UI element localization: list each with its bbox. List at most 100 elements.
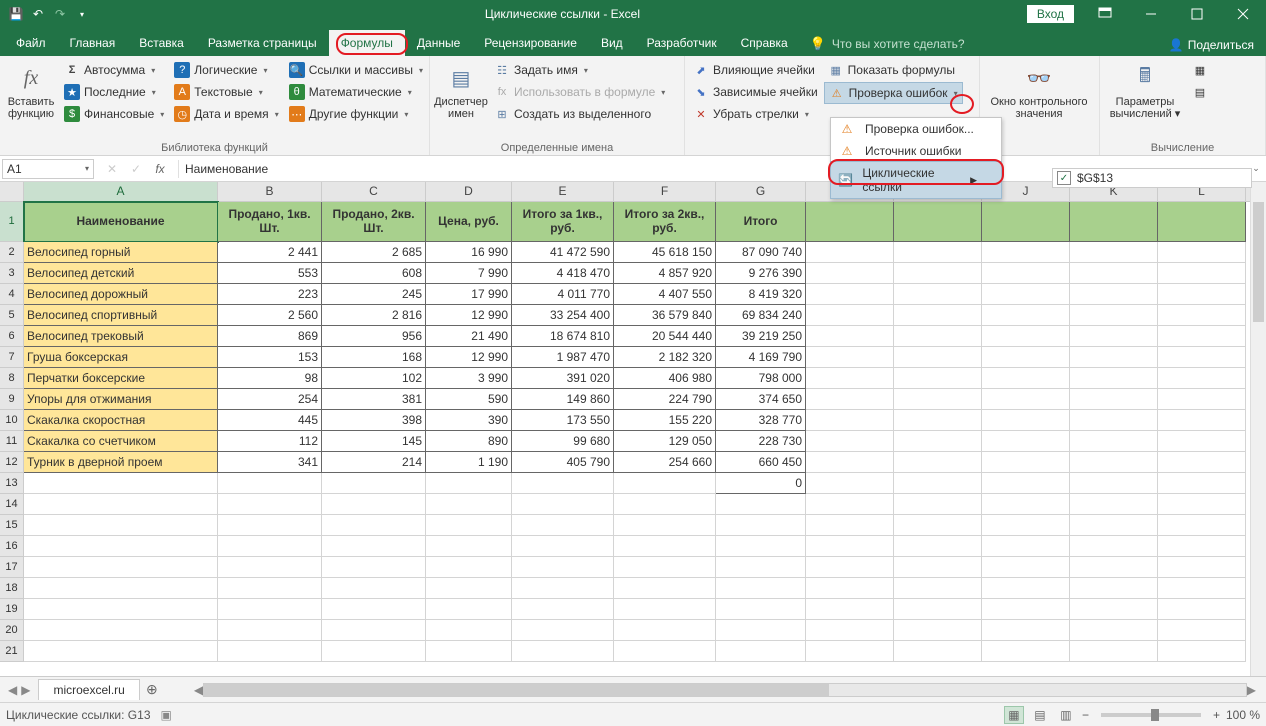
row-header[interactable]: 11 — [0, 431, 24, 452]
cell[interactable]: Скакалка со счетчиком — [24, 431, 218, 452]
cell[interactable]: Велосипед спортивный — [24, 305, 218, 326]
cell[interactable] — [894, 431, 982, 452]
cell[interactable]: 3 990 — [426, 368, 512, 389]
cell[interactable]: 4 857 920 — [614, 263, 716, 284]
cell[interactable] — [894, 263, 982, 284]
cell[interactable]: 798 000 — [716, 368, 806, 389]
minimize-icon[interactable] — [1128, 0, 1174, 28]
cell[interactable] — [614, 578, 716, 599]
cell[interactable] — [982, 347, 1070, 368]
error-checking-button[interactable]: ⚠Проверка ошибок▾ — [824, 82, 963, 104]
cell[interactable]: 149 860 — [512, 389, 614, 410]
cell[interactable]: 1 987 470 — [512, 347, 614, 368]
cell[interactable] — [322, 494, 426, 515]
cell[interactable] — [982, 557, 1070, 578]
cell[interactable]: Цена, руб. — [426, 202, 512, 242]
cell[interactable] — [512, 473, 614, 494]
cell[interactable] — [894, 368, 982, 389]
cell[interactable] — [426, 578, 512, 599]
cell[interactable]: 9 276 390 — [716, 263, 806, 284]
cell[interactable]: 2 816 — [322, 305, 426, 326]
menu-circular-refs[interactable]: 🔄Циклические ссылки▶ — [830, 161, 1002, 199]
cell[interactable]: 2 560 — [218, 305, 322, 326]
cell[interactable]: 7 990 — [426, 263, 512, 284]
row-header[interactable]: 19 — [0, 599, 24, 620]
cell[interactable]: 590 — [426, 389, 512, 410]
name-box[interactable]: A1▾ — [2, 159, 94, 179]
cell[interactable] — [1070, 305, 1158, 326]
cell[interactable]: 2 182 320 — [614, 347, 716, 368]
row-header[interactable]: 3 — [0, 263, 24, 284]
trace-dependents-button[interactable]: ⬊Зависимые ячейки — [689, 82, 822, 102]
cell[interactable] — [218, 557, 322, 578]
cell[interactable] — [982, 452, 1070, 473]
more-button[interactable]: ⋯Другие функции▾ — [285, 104, 427, 124]
zoom-level[interactable]: 100 % — [1226, 708, 1260, 722]
row-header[interactable]: 9 — [0, 389, 24, 410]
cell[interactable] — [614, 599, 716, 620]
cell[interactable] — [1158, 452, 1246, 473]
cell[interactable] — [894, 389, 982, 410]
cell[interactable] — [218, 599, 322, 620]
cell[interactable] — [24, 515, 218, 536]
cell[interactable] — [1158, 242, 1246, 263]
cell[interactable] — [24, 536, 218, 557]
cell[interactable] — [614, 620, 716, 641]
cell[interactable]: 890 — [426, 431, 512, 452]
cell[interactable]: 1 190 — [426, 452, 512, 473]
cell[interactable] — [1158, 599, 1246, 620]
tab-data[interactable]: Данные — [405, 30, 472, 56]
macro-record-icon[interactable]: ▣ — [161, 708, 172, 722]
cell[interactable] — [1070, 641, 1158, 662]
cell[interactable] — [512, 641, 614, 662]
tell-me-search[interactable]: 💡Что вы хотите сделать? — [800, 32, 975, 56]
lookup-button[interactable]: 🔍Ссылки и массивы▾ — [285, 60, 427, 80]
cell[interactable]: 16 990 — [426, 242, 512, 263]
cell[interactable]: 98 — [218, 368, 322, 389]
cell[interactable]: 254 — [218, 389, 322, 410]
row-header[interactable]: 8 — [0, 368, 24, 389]
row-header[interactable]: 16 — [0, 536, 24, 557]
financial-button[interactable]: $Финансовые▾ — [60, 104, 168, 124]
cell[interactable] — [982, 431, 1070, 452]
cell[interactable] — [512, 515, 614, 536]
tab-help[interactable]: Справка — [729, 30, 800, 56]
use-in-formula-button[interactable]: fxИспользовать в формуле▾ — [490, 82, 669, 102]
zoom-out-icon[interactable]: − — [1082, 708, 1089, 722]
cell[interactable] — [218, 578, 322, 599]
ribbon-options-icon[interactable] — [1082, 0, 1128, 28]
cell[interactable] — [1158, 431, 1246, 452]
cell[interactable] — [894, 410, 982, 431]
cell[interactable]: 112 — [218, 431, 322, 452]
cell[interactable] — [716, 641, 806, 662]
cell[interactable] — [1158, 305, 1246, 326]
cell[interactable] — [1158, 473, 1246, 494]
cell[interactable] — [24, 494, 218, 515]
row-header[interactable]: 21 — [0, 641, 24, 662]
save-icon[interactable]: 💾 — [8, 6, 24, 22]
cell[interactable] — [806, 599, 894, 620]
cell[interactable] — [512, 557, 614, 578]
cell[interactable] — [806, 431, 894, 452]
cell[interactable] — [806, 536, 894, 557]
cell[interactable]: 17 990 — [426, 284, 512, 305]
cell[interactable] — [806, 389, 894, 410]
page-break-view-button[interactable]: ▥ — [1056, 706, 1076, 724]
cell[interactable]: 155 220 — [614, 410, 716, 431]
tab-home[interactable]: Главная — [58, 30, 128, 56]
cell[interactable] — [894, 515, 982, 536]
cell[interactable] — [806, 473, 894, 494]
cell[interactable] — [1158, 494, 1246, 515]
cell[interactable] — [806, 284, 894, 305]
cell[interactable] — [322, 536, 426, 557]
cell[interactable] — [1158, 641, 1246, 662]
cell[interactable] — [716, 494, 806, 515]
share-button[interactable]: 👤Поделиться — [1157, 34, 1266, 56]
cell[interactable] — [322, 620, 426, 641]
cell[interactable] — [218, 473, 322, 494]
cell[interactable] — [806, 578, 894, 599]
cell[interactable] — [894, 452, 982, 473]
tab-view[interactable]: Вид — [589, 30, 635, 56]
cell[interactable] — [982, 578, 1070, 599]
cell[interactable]: Упоры для отжимания — [24, 389, 218, 410]
